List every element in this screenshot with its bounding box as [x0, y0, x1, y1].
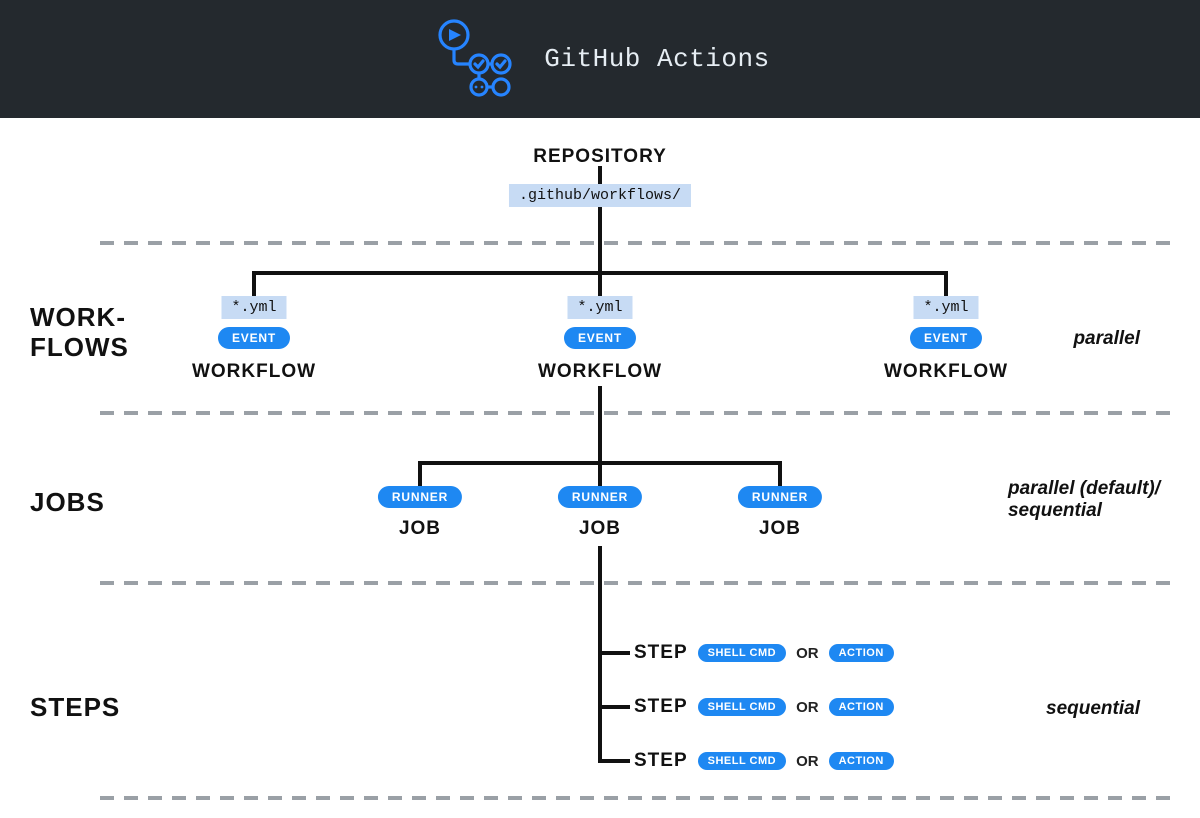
header-bar: GitHub Actions [0, 0, 1200, 118]
shell-cmd-pill: SHELL CMD [698, 644, 786, 662]
workflow-title: WORKFLOW [884, 361, 1008, 383]
step-title: STEP [634, 642, 688, 664]
shell-cmd-pill: SHELL CMD [698, 698, 786, 716]
header-title: GitHub Actions [544, 44, 769, 74]
runner-pill: RUNNER [558, 486, 642, 508]
job-title: JOB [579, 518, 621, 540]
step-title: STEP [634, 696, 688, 718]
workflows-path-chip: .github/workflows/ [509, 184, 691, 207]
step-row: STEP SHELL CMD OR ACTION [634, 750, 894, 772]
workflow-yml-chip: *.yml [913, 296, 978, 319]
or-text: OR [796, 753, 819, 770]
workflow-yml-chip: *.yml [221, 296, 286, 319]
action-pill: ACTION [829, 644, 894, 662]
workflow-title: WORKFLOW [192, 361, 316, 383]
event-pill: EVENT [218, 327, 290, 349]
exec-mode-workflows: parallel [1073, 328, 1140, 350]
or-text: OR [796, 699, 819, 716]
workflow-yml-chip: *.yml [567, 296, 632, 319]
workflow-title: WORKFLOW [538, 361, 662, 383]
github-actions-icon [430, 17, 520, 101]
exec-mode-steps: sequential [1046, 698, 1140, 720]
job-title: JOB [399, 518, 441, 540]
job-title: JOB [759, 518, 801, 540]
section-label-jobs: JOBS [30, 488, 105, 518]
event-pill: EVENT [564, 327, 636, 349]
event-pill: EVENT [910, 327, 982, 349]
repository-label: REPOSITORY [533, 146, 667, 168]
step-row: STEP SHELL CMD OR ACTION [634, 696, 894, 718]
exec-mode-jobs: parallel (default)/ sequential [1008, 478, 1160, 522]
step-row: STEP SHELL CMD OR ACTION [634, 642, 894, 664]
runner-pill: RUNNER [378, 486, 462, 508]
step-title: STEP [634, 750, 688, 772]
action-pill: ACTION [829, 752, 894, 770]
action-pill: ACTION [829, 698, 894, 716]
section-label-workflows: WORK- FLOWS [30, 303, 129, 363]
section-label-steps: STEPS [30, 693, 120, 723]
diagram-canvas: REPOSITORY .github/workflows/ WORK- FLOW… [0, 118, 1200, 818]
or-text: OR [796, 645, 819, 662]
shell-cmd-pill: SHELL CMD [698, 752, 786, 770]
runner-pill: RUNNER [738, 486, 822, 508]
